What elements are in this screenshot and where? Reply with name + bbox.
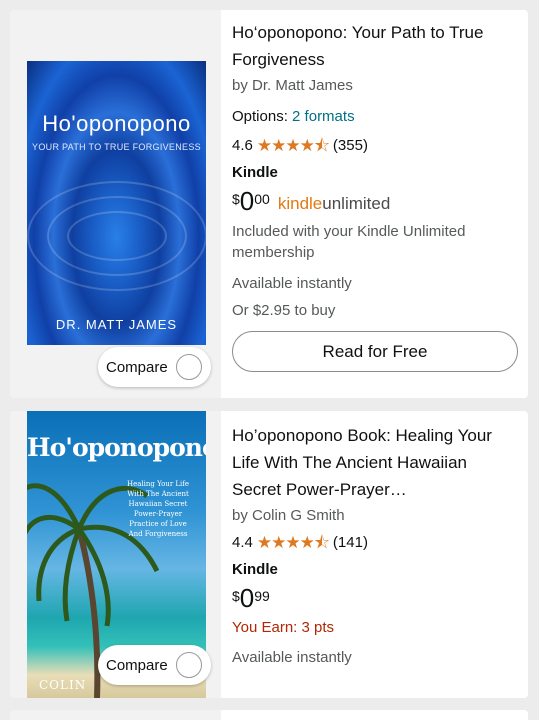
star-rating-icon: ★★★★⯪ (256, 136, 330, 155)
price-row: $ 0 99 (232, 584, 518, 614)
product-title[interactable]: Ho‘oponopono: Your Path to True Forgiven… (232, 19, 518, 73)
cover-subtitle: YOUR PATH TO TRUE FORGIVENESS (32, 142, 201, 152)
product-title[interactable]: Ho’oponopono Book: Healing Your Life Wit… (232, 422, 518, 503)
cover-subtitle: Healing Your Life With The Ancient Hawai… (126, 480, 190, 538)
cover-author: COLIN (39, 678, 87, 692)
read-for-free-button[interactable]: Read for Free (232, 331, 518, 372)
options-label: Options: (232, 108, 288, 125)
cover-author: DR. MATT JAMES (55, 317, 178, 332)
compare-label: Compare (106, 358, 168, 376)
product-image-panel[interactable]: Ho'oponopono Healing Your Life With The … (10, 411, 221, 698)
price-whole: 0 (239, 583, 255, 613)
price-symbol: $ (232, 588, 240, 604)
rating-value: 4.6 (232, 137, 253, 154)
price-whole: 0 (239, 186, 255, 216)
rating-row[interactable]: 4.4 ★★★★⯪ (141) (232, 533, 518, 553)
compare-label: Compare (106, 656, 168, 674)
buy-price-text[interactable]: Or $2.95 to buy (232, 300, 518, 321)
price-fraction: 99 (254, 588, 270, 604)
availability-text: Available instantly (232, 649, 352, 666)
review-count: (355) (332, 137, 368, 154)
rating-value: 4.4 (232, 534, 253, 551)
price-row: $ 0 00 kindleunlimited (232, 187, 518, 217)
search-result-card[interactable]: Ho'oponopono Healing Your Life With The … (10, 411, 528, 698)
compare-checkbox[interactable] (175, 652, 202, 678)
rating-row[interactable]: 4.6 ★★★★⯪ (355) (232, 136, 518, 156)
product-info: Ho’oponopono Book: Healing Your Life Wit… (232, 411, 518, 668)
search-result-card[interactable]: Ho'oponopono YOUR PATH TO TRUE FORGIVENE… (10, 10, 528, 398)
compare-toggle[interactable]: Compare (98, 347, 211, 387)
review-count: (141) (332, 534, 368, 551)
product-info: Ho‘oponopono: Your Path to True Forgiven… (232, 10, 518, 372)
included-text: Included with your Kindle Unlimited memb… (232, 223, 466, 261)
kindle-unlimited-logo: kindleunlimited (277, 194, 391, 213)
price-fraction: 00 (254, 191, 270, 207)
compare-toggle[interactable]: Compare (98, 645, 211, 685)
cover-title: Ho'oponopono (27, 433, 206, 462)
product-author[interactable]: by Colin G Smith (232, 506, 518, 526)
price-symbol: $ (232, 191, 240, 207)
availability-text: Available instantly (232, 275, 352, 292)
format-options: Options: 2 formats (232, 107, 518, 127)
book-cover-image[interactable]: Ho'oponopono YOUR PATH TO TRUE FORGIVENE… (27, 61, 206, 345)
format-label[interactable]: Kindle (232, 163, 518, 183)
formats-link[interactable]: 2 formats (292, 108, 355, 125)
earn-points-text: You Earn: 3 pts (232, 619, 335, 636)
compare-checkbox[interactable] (175, 354, 202, 380)
product-author[interactable]: by Dr. Matt James (232, 76, 518, 96)
product-image-panel[interactable]: Ho'oponopono YOUR PATH TO TRUE FORGIVENE… (10, 10, 221, 398)
cover-title: Ho'oponopono (42, 111, 191, 136)
format-label[interactable]: Kindle (232, 560, 518, 580)
product-image-panel[interactable] (10, 710, 221, 720)
star-rating-icon: ★★★★⯪ (256, 533, 330, 552)
search-result-card[interactable] (10, 710, 528, 720)
ripple-decoration (27, 181, 206, 291)
